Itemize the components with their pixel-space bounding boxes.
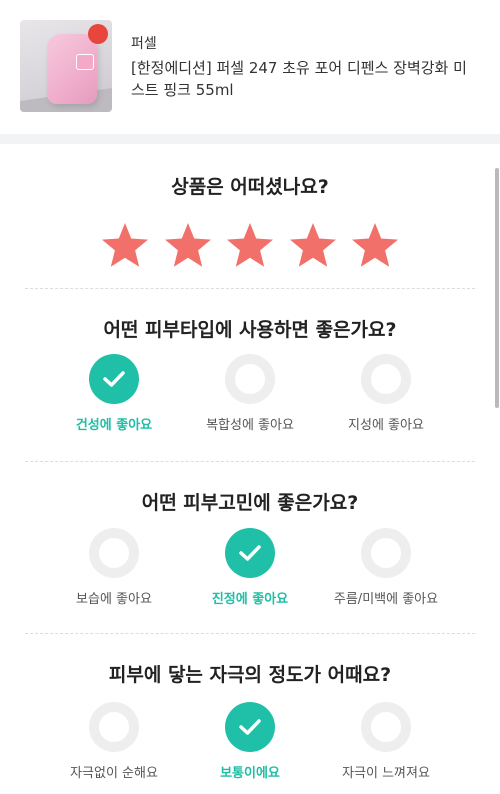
- check-icon[interactable]: [89, 354, 139, 404]
- radio-circle-icon[interactable]: [361, 702, 411, 752]
- section-divider: [25, 288, 475, 289]
- star-icon-5[interactable]: [350, 220, 400, 270]
- star-icon-1[interactable]: [100, 220, 150, 270]
- skin-concern-question: 어떤 피부고민에 좋은가요?: [141, 492, 359, 514]
- radio-circle-icon[interactable]: [361, 354, 411, 404]
- product-bottle-label: [76, 54, 94, 70]
- option-label: 자극이 느껴져요: [342, 766, 430, 781]
- option-label: 보습에 좋아요: [76, 592, 152, 607]
- product-brand: 퍼셀: [131, 36, 157, 52]
- option-label: 주름/미백에 좋아요: [333, 592, 439, 607]
- irritation-option-normal[interactable]: 보통이에요: [180, 702, 320, 794]
- check-icon[interactable]: [225, 702, 275, 752]
- section-divider: [25, 633, 475, 634]
- skin-concern-option-soothing[interactable]: 진정에 좋아요: [180, 528, 320, 620]
- skin-type-option-combination[interactable]: 복합성에 좋아요: [180, 354, 320, 446]
- limited-badge-icon: [88, 24, 108, 44]
- check-icon[interactable]: [225, 528, 275, 578]
- product-image: [20, 20, 112, 112]
- option-label: 복합성에 좋아요: [206, 418, 294, 433]
- irritation-option-irritating[interactable]: 자극이 느껴져요: [316, 702, 456, 794]
- rating-question: 상품은 어떠셨나요?: [171, 176, 329, 198]
- irritation-options: 자극없이 순해요 보통이에요 자극이 느껴져요: [0, 702, 500, 794]
- radio-circle-icon[interactable]: [225, 354, 275, 404]
- skin-type-options: 건성에 좋아요 복합성에 좋아요 지성에 좋아요: [0, 354, 500, 446]
- option-label: 진정에 좋아요: [211, 592, 289, 607]
- section-separator: [0, 134, 500, 144]
- option-label: 보통이에요: [220, 766, 280, 781]
- star-icon-4[interactable]: [288, 220, 338, 270]
- option-label: 건성에 좋아요: [75, 418, 153, 433]
- star-icon-3[interactable]: [225, 220, 275, 270]
- skin-type-option-oily[interactable]: 지성에 좋아요: [316, 354, 456, 446]
- irritation-question: 피부에 닿는 자극의 정도가 어때요?: [108, 664, 392, 686]
- skin-concern-option-wrinkle[interactable]: 주름/미백에 좋아요: [316, 528, 456, 620]
- skin-concern-options: 보습에 좋아요 진정에 좋아요 주름/미백에 좋아요: [0, 528, 500, 620]
- skin-type-option-dry[interactable]: 건성에 좋아요: [44, 354, 184, 446]
- radio-circle-icon[interactable]: [89, 702, 139, 752]
- radio-circle-icon[interactable]: [89, 528, 139, 578]
- product-name: [한정에디션] 퍼셀 247 초유 포어 디펜스 장벽강화 미스트 핑크 55m…: [131, 59, 467, 99]
- section-divider: [25, 461, 475, 462]
- option-label: 지성에 좋아요: [348, 418, 424, 433]
- skin-type-question: 어떤 피부타입에 사용하면 좋은가요?: [103, 319, 397, 341]
- star-icon-2[interactable]: [163, 220, 213, 270]
- star-rating[interactable]: [100, 220, 400, 272]
- option-label: 자극없이 순해요: [70, 766, 158, 781]
- irritation-option-gentle[interactable]: 자극없이 순해요: [44, 702, 184, 794]
- radio-circle-icon[interactable]: [361, 528, 411, 578]
- skin-concern-option-moisture[interactable]: 보습에 좋아요: [44, 528, 184, 620]
- product-header: 퍼셀 [한정에디션] 퍼셀 247 초유 포어 디펜스 장벽강화 미스트 핑크 …: [0, 0, 500, 134]
